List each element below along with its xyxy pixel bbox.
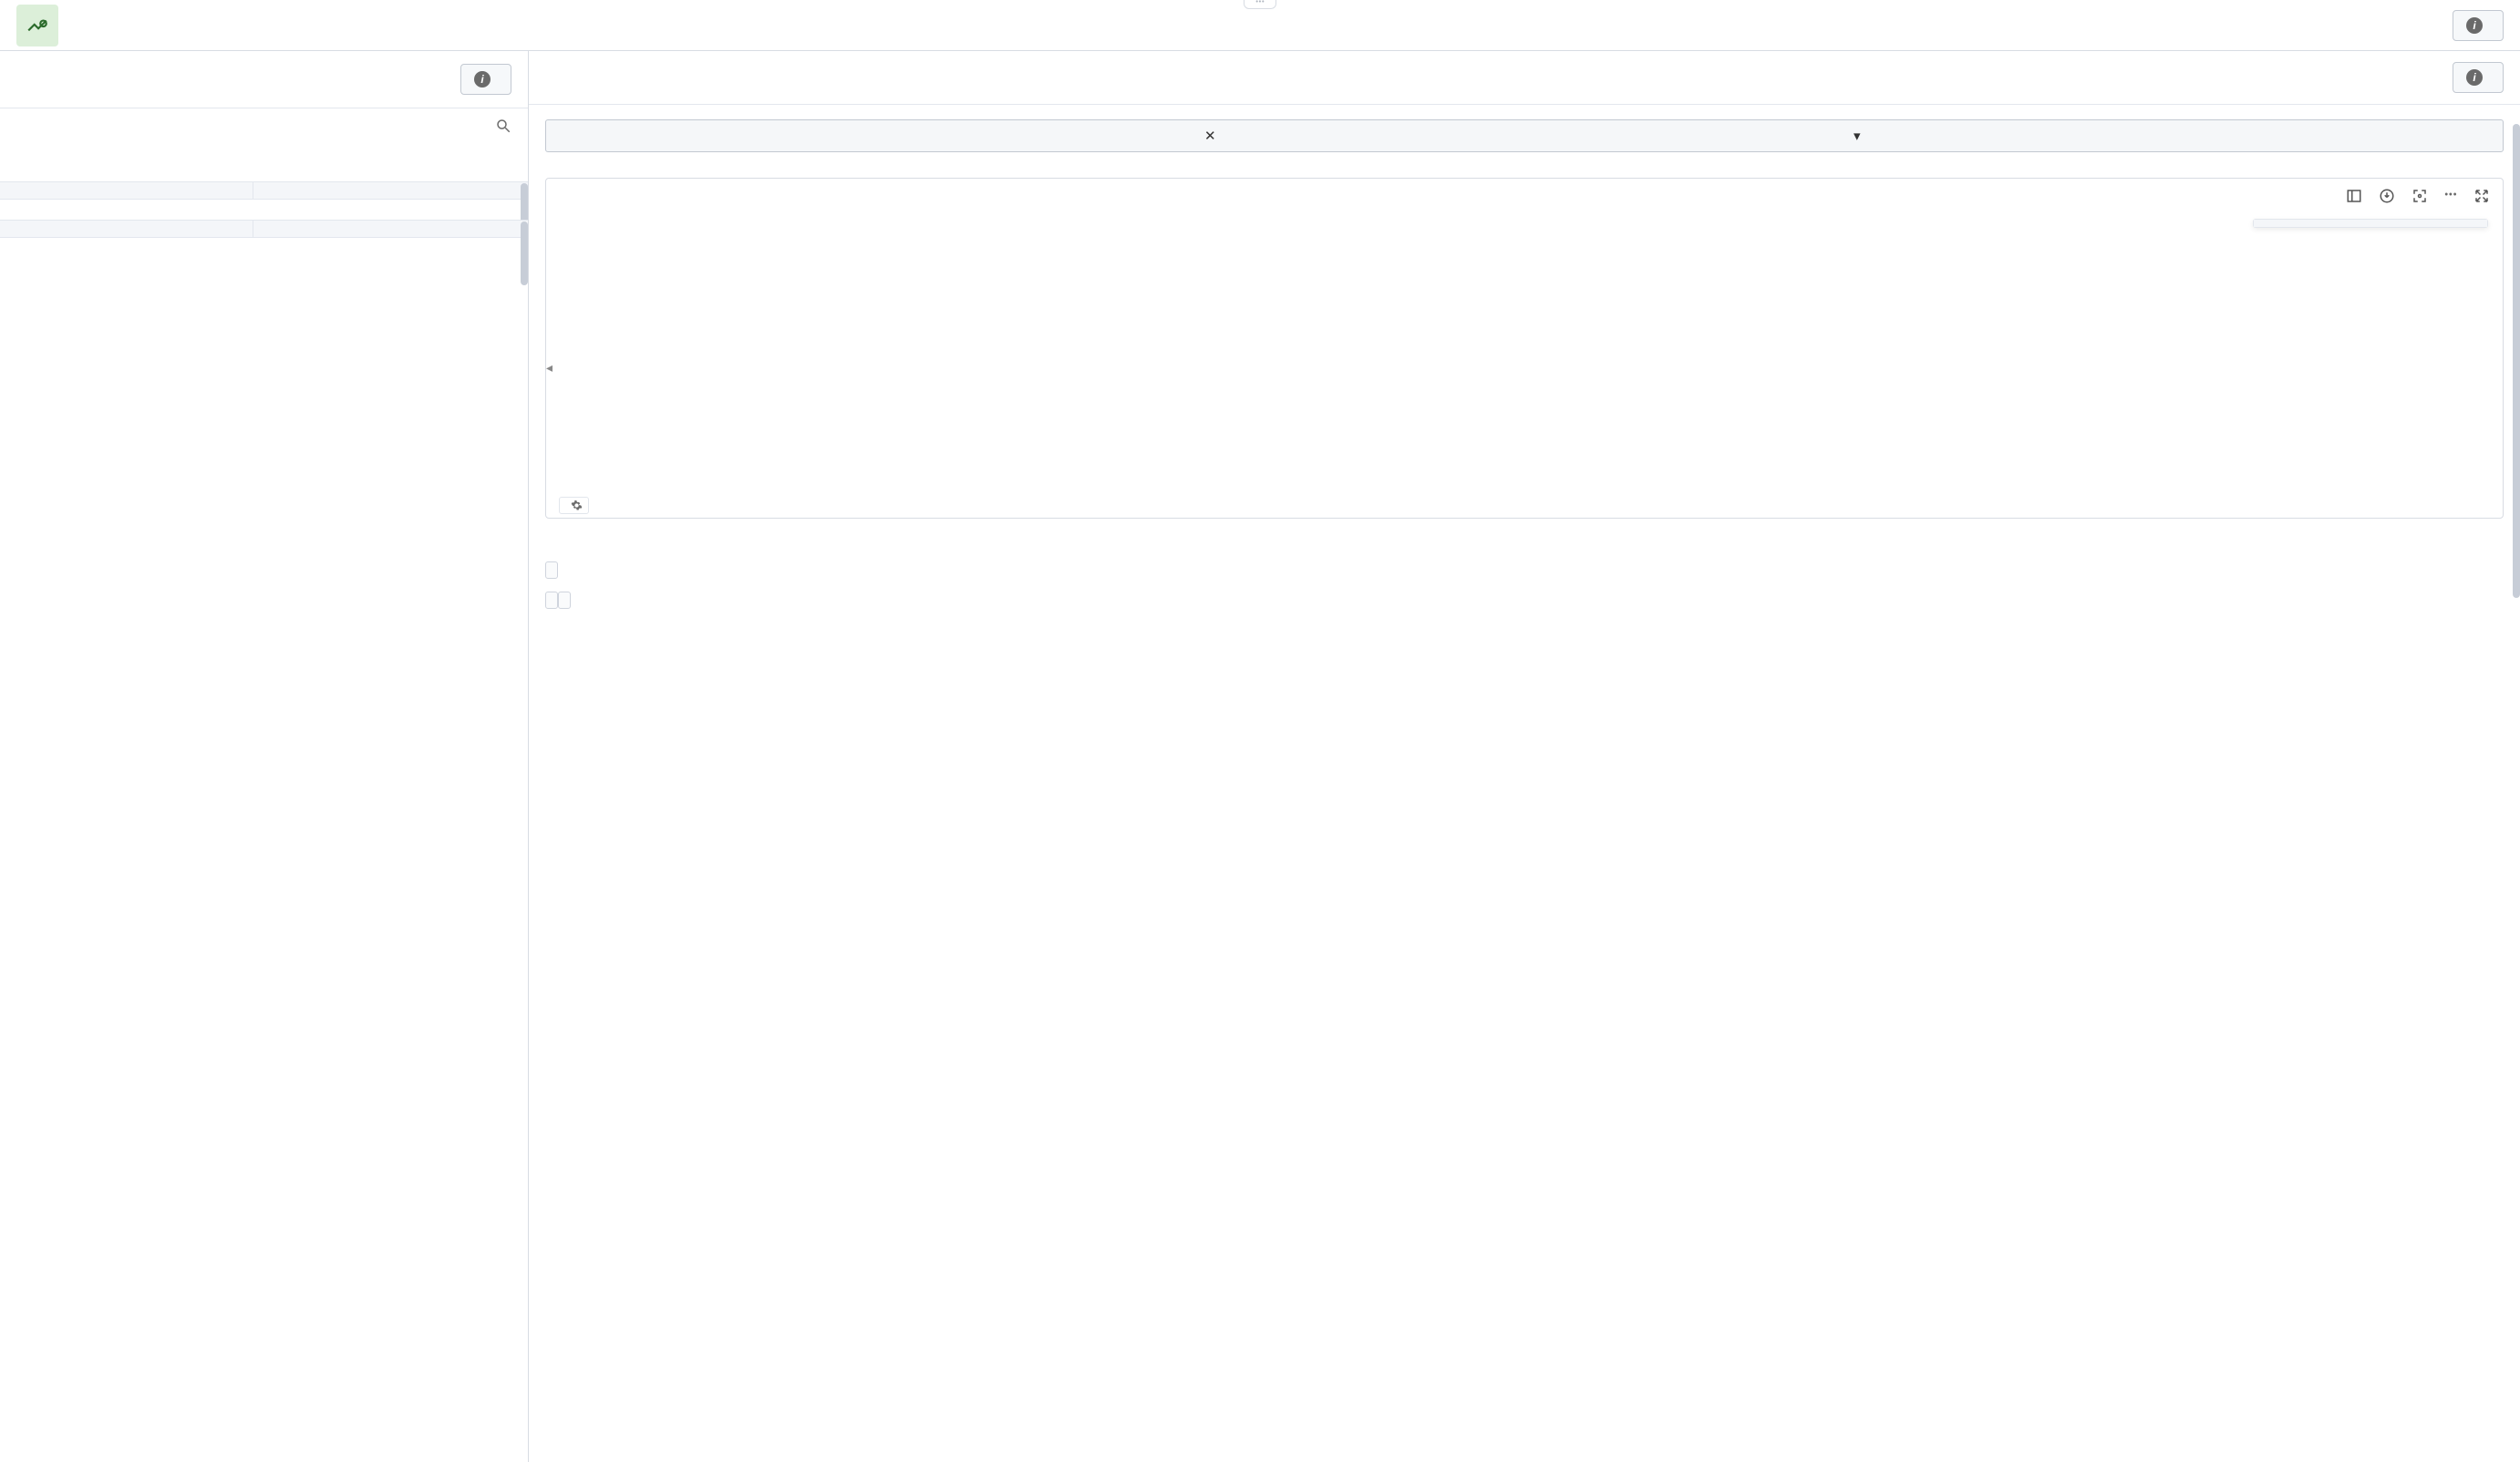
col-departure-2[interactable] <box>253 221 528 237</box>
plots-legend <box>2253 219 2488 228</box>
info-icon: i <box>2466 69 2483 86</box>
expand-icon[interactable] <box>2474 188 2490 208</box>
show-more[interactable] <box>16 145 511 161</box>
relative-time-label[interactable] <box>559 497 589 514</box>
legend-header <box>2254 220 2487 227</box>
fullscreen-focus-icon[interactable] <box>2412 188 2428 208</box>
collapse-axis-icon[interactable]: ◂ <box>546 361 553 376</box>
sensor-select[interactable]: ✕ ▾ <box>545 119 2504 152</box>
window-drag-handle[interactable] <box>1244 0 1276 9</box>
code-chip <box>545 561 558 579</box>
scrollbar-thumb[interactable] <box>2513 124 2520 598</box>
app-logo <box>16 5 58 46</box>
whats-next-p1 <box>545 559 2504 580</box>
code-chip <box>558 592 571 609</box>
download-icon[interactable] <box>2379 188 2395 208</box>
clear-icon[interactable]: ✕ <box>1204 128 1844 144</box>
panel-toggle-icon[interactable] <box>2346 188 2362 208</box>
code-chip <box>545 592 558 609</box>
learn-more-button[interactable]: i <box>2453 62 2504 93</box>
info-icon: i <box>474 71 491 88</box>
more-icon[interactable]: ••• <box>2444 188 2457 208</box>
info-icon: i <box>2466 17 2483 34</box>
learn-about-module-button[interactable]: i <box>460 64 511 95</box>
scrollbar-thumb[interactable] <box>521 221 528 285</box>
search-icon[interactable] <box>495 118 511 138</box>
gear-icon <box>571 499 583 511</box>
chevron-down-icon[interactable]: ▾ <box>1854 128 2494 144</box>
col-flight-number-2[interactable] <box>0 221 253 237</box>
help-button[interactable]: i <box>2453 10 2504 41</box>
whats-next-p2 <box>545 589 2504 610</box>
col-flight-number[interactable] <box>0 182 253 199</box>
col-departure[interactable] <box>253 182 528 199</box>
